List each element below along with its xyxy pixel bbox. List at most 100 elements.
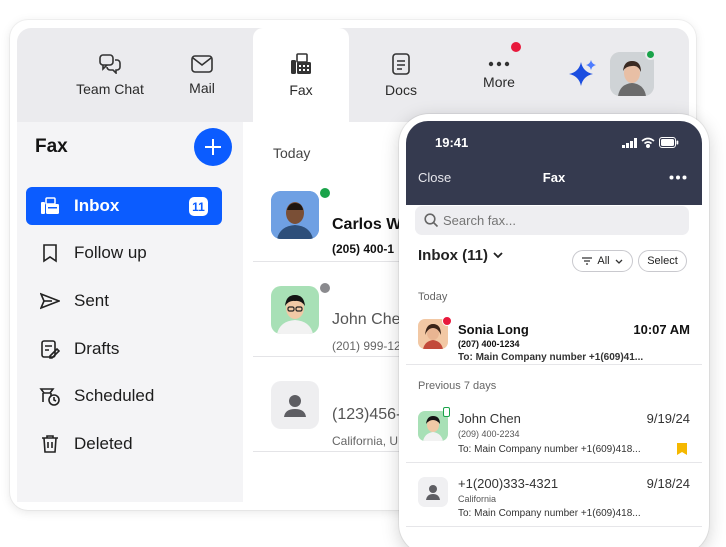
search-input[interactable]	[443, 210, 673, 231]
bookmark-flag-icon	[677, 443, 687, 455]
mobile-device-indicator	[443, 407, 450, 417]
tab-label: More	[483, 73, 515, 90]
sidebar-item-label: Inbox	[74, 196, 120, 215]
status-time: 19:41	[435, 135, 469, 150]
contact-name: Sonia Long	[458, 322, 529, 337]
search-bar[interactable]	[415, 206, 689, 235]
select-button[interactable]: Select	[638, 250, 687, 272]
list-item[interactable]: +1(200)333-4321 9/18/24 California To: M…	[406, 463, 702, 527]
recipient-line: To: Main Company number +1(609)418...	[458, 444, 641, 455]
team-chat-icon	[99, 53, 121, 74]
plus-icon	[205, 139, 221, 155]
contact-avatar	[271, 191, 319, 239]
contact-phone: (205) 400-1	[332, 242, 395, 256]
contact-name: +1(200)333-4321	[458, 476, 559, 491]
tab-fax[interactable]: Fax	[253, 28, 349, 122]
section-header: Today	[418, 291, 448, 303]
page-title: Fax	[35, 136, 68, 157]
presence-online-indicator	[645, 49, 656, 60]
filter-icon	[582, 257, 593, 265]
recipient-line: To: Main Company number +1(609)41...	[458, 352, 644, 363]
tab-more[interactable]: More	[459, 28, 539, 122]
contact-location: California	[458, 494, 497, 504]
sidebar-item-label: Sent	[74, 291, 109, 310]
contact-phone: (207) 400-1234	[458, 339, 520, 349]
tab-docs[interactable]: Docs	[361, 28, 441, 122]
stage: Team Chat Mail Fax Docs More Fax Inbox 1…	[0, 0, 726, 547]
section-header: Today	[273, 145, 311, 161]
mobile-body: Inbox (11) All Select Today	[406, 205, 702, 547]
mail-icon	[191, 54, 213, 73]
chevron-down-icon	[493, 252, 503, 259]
more-icon	[488, 61, 510, 66]
list-item[interactable]: Sonia Long 10:07 AM (207) 400-1234 To: M…	[406, 308, 702, 365]
mobile-header: 19:41 Close Fax	[406, 121, 702, 205]
search-icon	[424, 213, 439, 228]
contact-avatar	[418, 477, 448, 507]
presence-online-indicator	[318, 186, 332, 200]
inbox-dropdown[interactable]: Inbox (11)	[418, 247, 503, 264]
sidebar-item-scheduled[interactable]: Scheduled	[26, 377, 222, 415]
unread-alert-indicator	[442, 316, 452, 326]
away-clock-indicator	[318, 281, 332, 295]
contact-phone: (209) 400-2234	[458, 429, 520, 439]
unread-count-badge: 11	[189, 197, 208, 216]
contact-name: John Che	[332, 311, 401, 328]
bookmark-icon	[43, 244, 57, 263]
contact-phone: (201) 999-12	[332, 339, 401, 353]
contact-name: Carlos Wa	[332, 216, 410, 233]
tab-label: Docs	[385, 81, 417, 98]
ai-sparkle-icon[interactable]	[567, 58, 597, 88]
cellular-signal-icon	[622, 138, 637, 148]
inbox-icon	[41, 197, 59, 214]
received-time: 9/18/24	[646, 476, 690, 491]
recipient-line: To: Main Company number +1(609)418...	[458, 508, 641, 519]
person-portrait-icon	[271, 191, 319, 239]
more-icon[interactable]	[669, 175, 687, 180]
tab-label: Fax	[289, 81, 313, 98]
filter-all-button[interactable]: All	[572, 250, 633, 272]
sidebar-item-deleted[interactable]: Deleted	[26, 425, 222, 463]
sidebar-item-label: Scheduled	[74, 386, 155, 405]
contact-avatar	[271, 381, 319, 429]
tab-mail[interactable]: Mail	[162, 28, 242, 122]
scheduled-icon	[39, 388, 60, 406]
contact-location: California, U	[332, 434, 399, 448]
list-item[interactable]: John Che (201) 999-12	[253, 263, 413, 357]
tab-label: Mail	[189, 79, 215, 96]
contact-name: (123)456-	[332, 406, 402, 423]
received-time: 10:07 AM	[633, 322, 690, 337]
top-nav-bar: Team Chat Mail Fax Docs More	[17, 28, 689, 122]
drafts-icon	[41, 340, 60, 359]
list-item[interactable]: John Chen 9/19/24 (209) 400-2234 To: Mai…	[406, 397, 702, 463]
person-portrait-icon	[271, 286, 319, 334]
sidebar-item-sent[interactable]: Sent	[26, 282, 222, 320]
list-item[interactable]: Carlos Wa (205) 400-1	[253, 168, 413, 262]
received-time: 9/19/24	[646, 411, 690, 426]
mobile-title: Fax	[542, 170, 566, 185]
mobile-phone: 19:41 Close Fax Inbox (11)	[399, 114, 709, 547]
sidebar-item-inbox[interactable]: Inbox 11	[26, 187, 222, 225]
fax-icon	[291, 52, 311, 74]
filter-label: All	[597, 255, 610, 267]
sidebar-item-label: Deleted	[74, 434, 133, 453]
person-placeholder-icon	[426, 485, 440, 500]
notification-dot	[511, 42, 521, 52]
sidebar-item-label: Drafts	[74, 339, 120, 358]
sidebar-item-follow-up[interactable]: Follow up	[26, 234, 222, 272]
contact-name: John Chen	[458, 411, 521, 426]
contact-avatar	[271, 286, 319, 334]
sidebar-item-label: Follow up	[74, 243, 147, 262]
section-header: Previous 7 days	[418, 380, 497, 392]
tab-label: Team Chat	[76, 80, 144, 97]
list-item[interactable]: (123)456- California, U	[253, 358, 413, 452]
trash-icon	[42, 435, 58, 453]
tab-team-chat[interactable]: Team Chat	[61, 28, 159, 122]
chevron-down-icon	[615, 259, 623, 264]
docs-icon	[392, 52, 410, 75]
wifi-icon	[641, 137, 655, 148]
sidebar-item-drafts[interactable]: Drafts	[26, 330, 222, 368]
sent-icon	[40, 292, 60, 310]
person-placeholder-icon	[284, 395, 306, 417]
new-fax-button[interactable]	[194, 128, 232, 166]
